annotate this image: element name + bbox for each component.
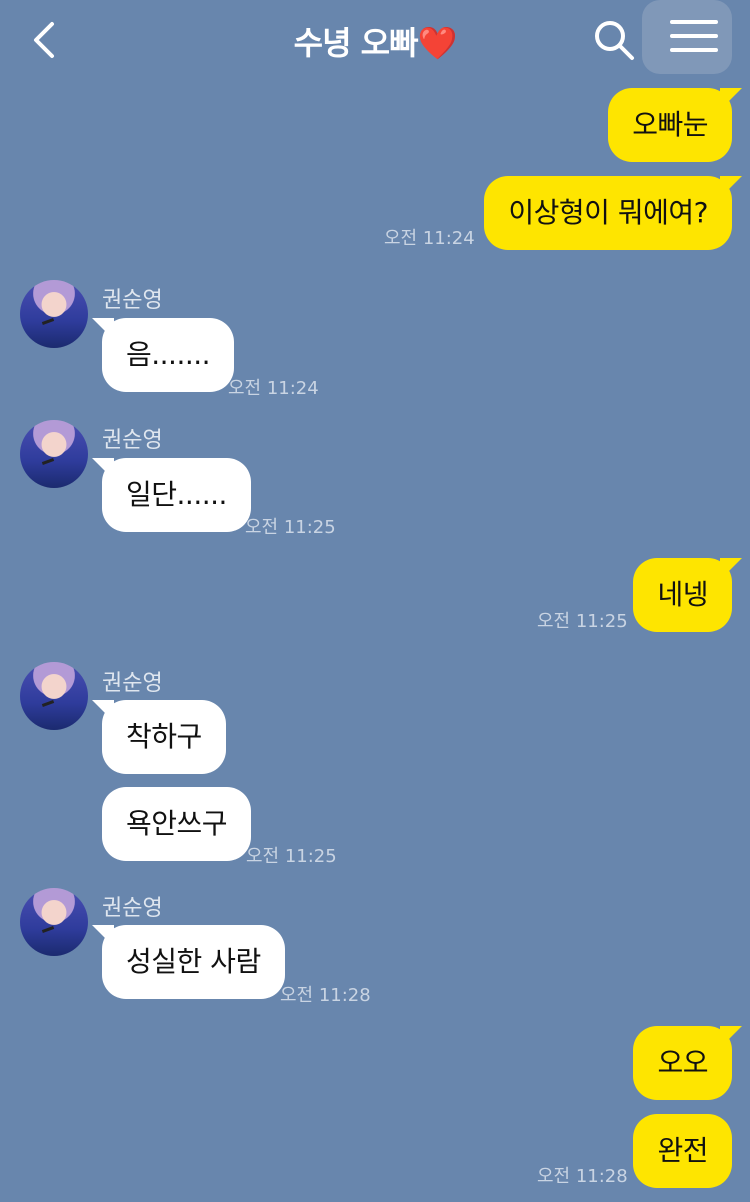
menu-icon[interactable] xyxy=(670,20,718,60)
message-bubble-me[interactable]: 이상형이 뭐에여? xyxy=(484,176,742,250)
message-time: 오전 11:24 xyxy=(228,378,319,399)
message-time: 오전 11:25 xyxy=(246,846,337,867)
message-bubble-other[interactable]: 일단...... xyxy=(92,458,251,532)
message-bubble-me[interactable]: 네넹 xyxy=(633,558,742,632)
message-time: 오전 11:28 xyxy=(280,985,371,1006)
search-icon[interactable] xyxy=(592,18,636,62)
message-time: 오전 11:24 xyxy=(384,228,475,249)
message-bubble-other[interactable]: 욕안쓰구 xyxy=(102,787,252,861)
message-bubble-other[interactable]: 착하구 xyxy=(92,700,226,774)
message-bubble-other[interactable]: 음....... xyxy=(91,318,235,392)
sender-name: 권순영 xyxy=(102,896,163,921)
avatar[interactable] xyxy=(20,888,88,956)
message-bubble-other[interactable]: 성실한 사람 xyxy=(92,925,285,999)
sender-name: 권순영 xyxy=(102,288,163,313)
avatar[interactable] xyxy=(20,280,88,348)
avatar[interactable] xyxy=(20,420,88,488)
chat-header: 수녕 오빠❤️ xyxy=(0,0,750,78)
message-time: 오전 11:25 xyxy=(537,611,628,632)
heart-icon: ❤️ xyxy=(417,24,458,62)
sender-name: 권순영 xyxy=(102,671,163,696)
chat-title: 수녕 오빠❤️ xyxy=(0,18,750,64)
message-bubble-me[interactable]: 오오 xyxy=(633,1026,742,1100)
sender-name: 권순영 xyxy=(102,428,163,453)
message-time: 오전 11:25 xyxy=(245,517,336,538)
chat-title-text: 수녕 오빠 xyxy=(293,24,419,62)
avatar[interactable] xyxy=(20,662,88,730)
message-bubble-me[interactable]: 오빠눈 xyxy=(608,88,742,162)
message-bubble-me[interactable]: 완전 xyxy=(633,1114,732,1188)
message-time: 오전 11:28 xyxy=(537,1166,628,1187)
